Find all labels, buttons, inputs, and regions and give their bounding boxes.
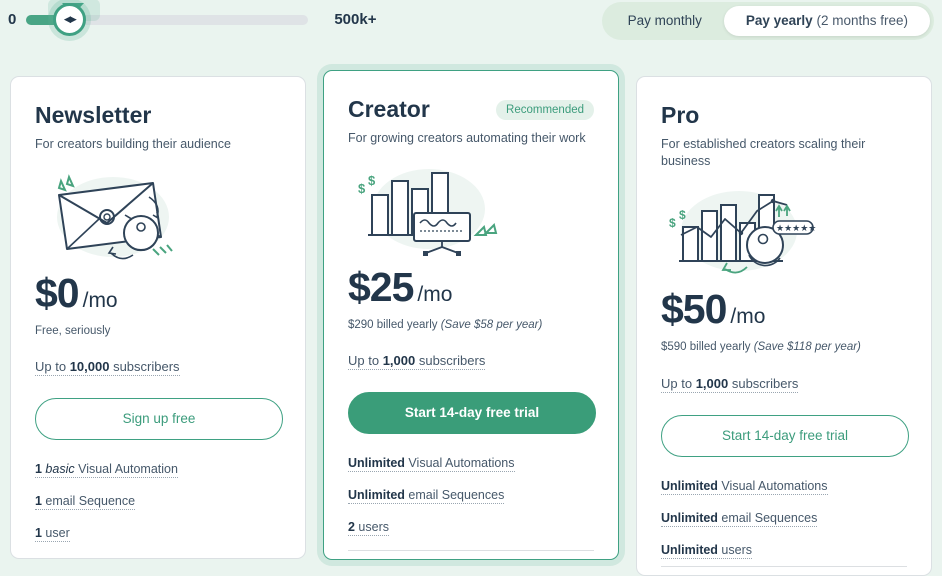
price-row: $0 /mo: [35, 269, 281, 316]
tab-pay-yearly-note: (2 months free): [816, 13, 908, 28]
subscriber-slider-thumb[interactable]: ◀▶: [53, 2, 87, 36]
plan-name: Newsletter: [35, 102, 152, 128]
feature-item: 2 users: [348, 520, 594, 537]
subscriber-limit-prefix: Up to: [348, 353, 383, 369]
plan-name: Pro: [661, 102, 700, 128]
bar-chart-monitor-illustration: $ $: [348, 161, 594, 257]
billing-note: Free, seriously: [35, 324, 281, 339]
subscriber-limit-count: 10,000: [69, 359, 110, 375]
pricing-card-creator: Creator Recommended For growing creators…: [323, 70, 619, 560]
feature-bold: Unlimited: [348, 488, 405, 503]
plan-price: $25: [348, 263, 414, 310]
billing-note: $290 billed yearly (Save $58 per year): [348, 318, 594, 333]
plan-price-period: /mo: [417, 282, 453, 306]
subscriber-limit: Up to 1,000 subscribers: [348, 353, 486, 371]
price-row: $25 /mo: [348, 263, 594, 310]
svg-text:$: $: [669, 216, 676, 230]
feature-item: Unlimited users: [661, 542, 907, 559]
status-badge-recommended: Recommended: [496, 99, 594, 120]
pricing-card-pro: Pro For established creators scaling the…: [636, 76, 932, 576]
feature-list: Unlimited Visual Automations Unlimited e…: [348, 456, 594, 537]
pricing-plan-list: Newsletter For creators building their a…: [0, 70, 942, 576]
billing-note-savings: (Save $58 per year): [440, 318, 543, 331]
growth-chart-audience-illustration: ★★★★★ $ $: [661, 183, 907, 279]
feature-item: 1 user: [35, 526, 281, 543]
feature-rest: users: [717, 542, 752, 557]
feature-item: Unlimited Visual Automations: [661, 478, 907, 495]
subscriber-count-slider-group: 0 ◀▶ 500k+: [0, 0, 377, 36]
feature-rest: user: [41, 526, 70, 541]
card-divider: [348, 550, 594, 551]
feature-rest: email Sequence: [41, 494, 136, 509]
plan-description: For established creators scaling their b…: [661, 137, 866, 168]
envelope-illustration: [35, 167, 281, 263]
subscriber-limit-prefix: Up to: [35, 359, 70, 375]
feature-bold: Unlimited: [661, 478, 718, 493]
subscriber-limit-suffix: subscribers: [109, 359, 180, 375]
subscriber-limit-count: 1,000: [382, 353, 416, 369]
feature-rest: email Sequences: [717, 510, 818, 525]
price-row: $50 /mo: [661, 285, 907, 332]
feature-list: Unlimited Visual Automations Unlimited e…: [661, 478, 907, 559]
feature-rest: Visual Automations: [404, 456, 515, 471]
subscriber-limit: Up to 10,000 subscribers: [35, 359, 180, 377]
plan-price: $0: [35, 269, 80, 316]
plan-description: For growing creators automating their wo…: [348, 131, 586, 146]
tab-pay-yearly-label: Pay yearly: [745, 13, 813, 28]
billing-note-text: $590 billed yearly: [661, 340, 754, 353]
feature-bold: 1: [35, 494, 42, 509]
subscriber-limit-prefix: Up to: [661, 375, 696, 391]
tab-pay-yearly[interactable]: Pay yearly (2 months free): [723, 6, 930, 36]
card-header: Pro: [661, 102, 907, 128]
feature-bold: 2: [348, 520, 355, 535]
feature-list: 1 basic Visual Automation 1 email Sequen…: [35, 462, 281, 543]
pricing-card-newsletter: Newsletter For creators building their a…: [10, 76, 306, 560]
svg-text:$: $: [679, 208, 686, 222]
pricing-controls-bar: 0 ◀▶ 500k+ Pay monthly Pay yearly (2 mon…: [0, 0, 942, 52]
card-divider: [661, 565, 907, 567]
slider-max-label: 500k+: [334, 11, 377, 28]
plan-price: $50: [661, 285, 727, 332]
tab-pay-monthly[interactable]: Pay monthly: [606, 6, 724, 36]
feature-bold: 1: [35, 462, 42, 477]
feature-bold: Unlimited: [348, 456, 405, 471]
feature-rest: Visual Automation: [78, 462, 178, 477]
plan-price-period: /mo: [82, 288, 118, 312]
cta-button-newsletter[interactable]: Sign up free: [35, 398, 283, 441]
billing-note-text: Free, seriously: [35, 324, 111, 337]
billing-note: $590 billed yearly (Save $118 per year): [661, 340, 907, 355]
card-header: Creator Recommended: [348, 96, 594, 122]
svg-text:$: $: [358, 181, 366, 196]
drag-handle-arrows-icon: ◀▶: [63, 13, 77, 24]
subscriber-limit-suffix: subscribers: [728, 375, 799, 391]
plan-name: Creator: [348, 96, 430, 122]
feature-item: 1 basic Visual Automation: [35, 462, 281, 479]
feature-item: 1 email Sequence: [35, 494, 281, 511]
slider-min-label: 0: [8, 11, 17, 28]
feature-rest: Visual Automations: [717, 478, 828, 493]
subscriber-limit-suffix: subscribers: [415, 353, 486, 369]
svg-text:★★★★★: ★★★★★: [776, 223, 816, 233]
feature-bold: Unlimited: [661, 510, 718, 525]
plan-price-period: /mo: [730, 304, 766, 328]
subscriber-limit: Up to 1,000 subscribers: [661, 375, 799, 393]
feature-bold: 1: [35, 526, 42, 541]
feature-bold: Unlimited: [661, 542, 718, 557]
subscriber-limit-count: 1,000: [695, 375, 729, 391]
feature-item: Unlimited Visual Automations: [348, 456, 594, 473]
feature-rest: email Sequences: [404, 488, 505, 503]
svg-text:$: $: [368, 173, 376, 188]
card-header: Newsletter: [35, 102, 281, 128]
subscriber-slider-track[interactable]: ◀▶: [26, 0, 309, 36]
billing-note-text: $290 billed yearly: [348, 318, 441, 331]
cta-button-pro[interactable]: Start 14-day free trial: [661, 414, 909, 457]
cta-button-creator[interactable]: Start 14-day free trial: [348, 392, 596, 435]
feature-item: Unlimited email Sequences: [661, 510, 907, 527]
plan-description: For creators building their audience: [35, 137, 231, 152]
billing-note-savings: (Save $118 per year): [753, 340, 861, 353]
feature-item: Unlimited email Sequences: [348, 488, 594, 505]
feature-rest: users: [354, 520, 389, 535]
feature-italic: basic: [41, 462, 79, 477]
billing-period-toggle[interactable]: Pay monthly Pay yearly (2 months free): [601, 2, 934, 40]
